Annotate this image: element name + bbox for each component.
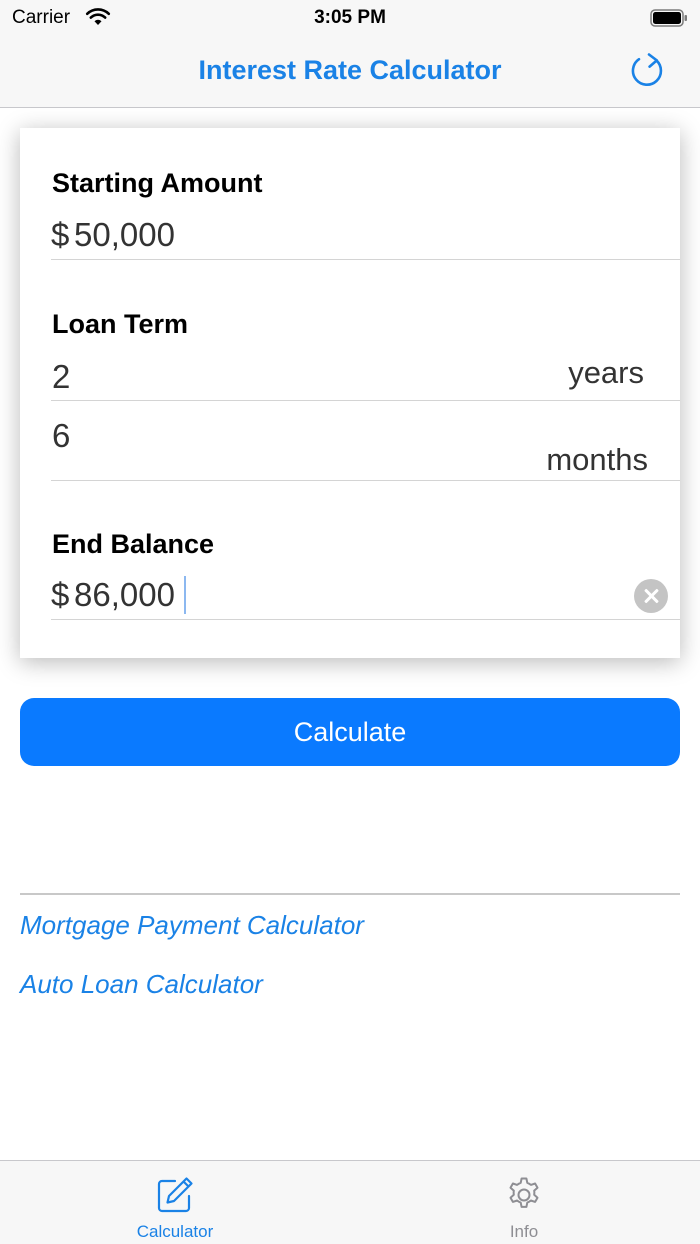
loan-term-label: Loan Term <box>52 309 189 339</box>
end-balance-label: End Balance <box>52 529 215 559</box>
text-cursor <box>184 576 186 614</box>
refresh-icon[interactable] <box>626 50 668 92</box>
page-title: Interest Rate Calculator <box>198 55 502 85</box>
end-balance-value: 86,000 <box>74 576 175 613</box>
navigation-bar: Interest Rate Calculator <box>0 36 700 108</box>
mortgage-calculator-link[interactable]: Mortgage Payment Calculator <box>20 910 364 941</box>
status-bar: Carrier 3:05 PM <box>0 0 700 36</box>
loan-term-years-value: 2 <box>52 358 71 395</box>
tab-info-label: Info <box>509 1222 539 1241</box>
starting-amount-value: 50,000 <box>74 216 175 253</box>
auto-loan-calculator-link[interactable]: Auto Loan Calculator <box>20 969 263 1000</box>
divider <box>20 893 680 895</box>
currency-prefix: $ <box>51 576 70 613</box>
status-time: 3:05 PM <box>314 7 386 28</box>
tab-info[interactable]: Info <box>424 1161 624 1244</box>
calculate-button[interactable]: Calculate <box>20 698 680 766</box>
tab-calculator-label: Calculator <box>136 1222 214 1241</box>
battery-icon <box>650 9 687 27</box>
gear-icon <box>509 1177 539 1208</box>
loan-term-years-field[interactable]: 2 years <box>51 353 680 401</box>
starting-amount-field[interactable]: $ 50,000 <box>51 212 680 260</box>
tab-calculator[interactable]: Calculator <box>75 1161 275 1244</box>
currency-prefix: $ <box>51 216 70 253</box>
months-unit-label: months <box>546 442 648 477</box>
clear-icon[interactable] <box>634 579 668 613</box>
years-unit-label: years <box>568 355 644 390</box>
loan-term-months-value: 6 <box>52 417 71 454</box>
tab-bar: Calculator Info <box>0 1160 700 1244</box>
starting-amount-label: Starting Amount <box>52 168 263 198</box>
end-balance-field[interactable]: $ 86,000 <box>51 572 680 620</box>
edit-icon <box>157 1177 193 1213</box>
calculator-form-card: Starting Amount $ 50,000 Loan Term 2 yea… <box>20 128 680 658</box>
loan-term-months-field[interactable]: 6 months <box>51 410 680 481</box>
